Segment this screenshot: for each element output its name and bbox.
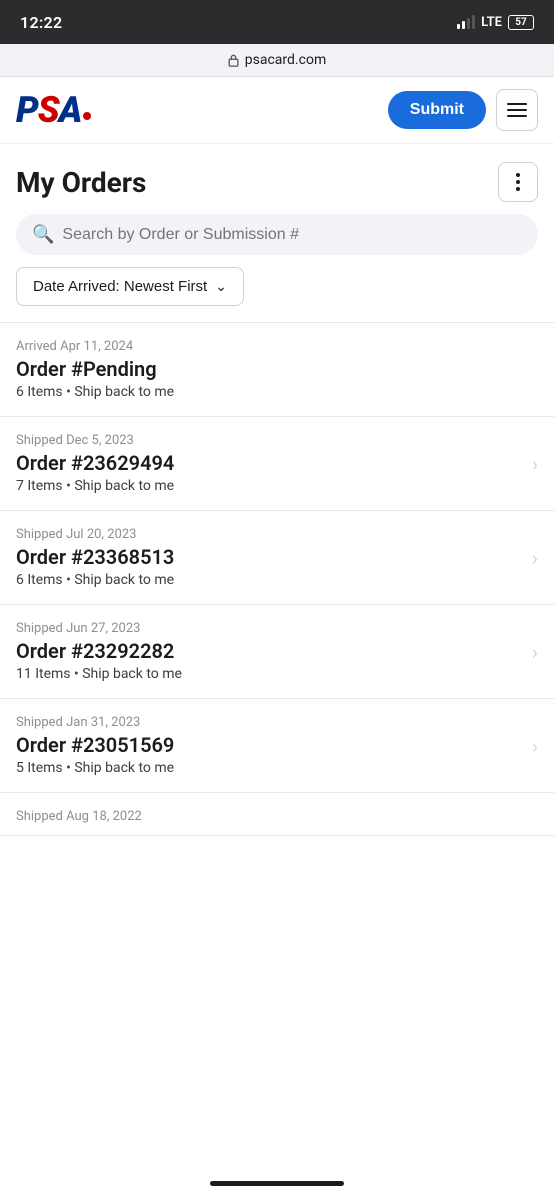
order-detail: 6 Items • Ship back to me: [16, 384, 538, 400]
order-status: Shipped Jan 31, 2023: [16, 715, 532, 730]
order-status: Shipped Jul 20, 2023: [16, 527, 532, 542]
search-bar: 🔍: [16, 214, 538, 255]
order-number: Order #23051569: [16, 733, 532, 757]
psa-logo-text: PSA: [16, 92, 81, 128]
order-detail: 6 Items • Ship back to me: [16, 572, 532, 588]
sort-button[interactable]: Date Arrived: Newest First ⌄: [16, 267, 244, 306]
header-actions: Submit: [388, 89, 538, 131]
bottom-bar: [0, 1166, 554, 1200]
battery-icon: 57: [508, 15, 534, 30]
search-input[interactable]: [62, 226, 522, 244]
order-item[interactable]: Shipped Aug 18, 2022: [0, 793, 554, 836]
status-bar: 12:22 LTE 57: [0, 0, 554, 44]
order-item[interactable]: Shipped Dec 5, 2023 Order #23629494 7 It…: [0, 417, 554, 511]
chevron-right-icon: ›: [532, 640, 538, 664]
menu-icon: [507, 109, 527, 111]
chevron-down-icon: ⌄: [215, 278, 227, 295]
home-indicator: [210, 1181, 344, 1186]
order-item[interactable]: Shipped Jun 27, 2023 Order #23292282 11 …: [0, 605, 554, 699]
order-number: Order #23629494: [16, 451, 532, 475]
search-icon: 🔍: [32, 224, 54, 245]
signal-icon: [457, 15, 475, 29]
order-detail: 11 Items • Ship back to me: [16, 666, 532, 682]
order-status: Shipped Aug 18, 2022: [16, 809, 538, 824]
browser-url: psacard.com: [245, 52, 326, 68]
lte-label: LTE: [481, 15, 502, 30]
lock-icon: [228, 54, 239, 67]
menu-icon: [507, 115, 527, 117]
order-content: Shipped Jun 27, 2023 Order #23292282 11 …: [16, 621, 532, 682]
chevron-right-icon: ›: [532, 546, 538, 570]
orders-list: Arrived Apr 11, 2024 Order #Pending 6 It…: [0, 322, 554, 836]
psa-dot: [83, 112, 91, 120]
order-number: Order #23292282: [16, 639, 532, 663]
sort-label: Date Arrived: Newest First: [33, 278, 207, 295]
menu-icon: [507, 103, 527, 105]
chevron-right-icon: ›: [532, 734, 538, 758]
menu-button[interactable]: [496, 89, 538, 131]
order-content: Shipped Aug 18, 2022: [16, 809, 538, 827]
psa-logo: PSA: [16, 92, 91, 128]
browser-bar: psacard.com: [0, 44, 554, 77]
status-time: 12:22: [20, 13, 62, 32]
order-status: Shipped Jun 27, 2023: [16, 621, 532, 636]
page-header: My Orders: [0, 144, 554, 214]
three-dots-icon: [516, 173, 520, 191]
order-item: Arrived Apr 11, 2024 Order #Pending 6 It…: [0, 323, 554, 417]
order-content: Shipped Jul 20, 2023 Order #23368513 6 I…: [16, 527, 532, 588]
app-header: PSA Submit: [0, 77, 554, 144]
chevron-right-icon: ›: [532, 452, 538, 476]
order-detail: 7 Items • Ship back to me: [16, 478, 532, 494]
order-number: Order #23368513: [16, 545, 532, 569]
order-item[interactable]: Shipped Jan 31, 2023 Order #23051569 5 I…: [0, 699, 554, 793]
more-options-button[interactable]: [498, 162, 538, 202]
sort-container: Date Arrived: Newest First ⌄: [0, 267, 554, 322]
page-title: My Orders: [16, 166, 146, 199]
order-status: Arrived Apr 11, 2024: [16, 339, 538, 354]
order-item[interactable]: Shipped Jul 20, 2023 Order #23368513 6 I…: [0, 511, 554, 605]
order-detail: 5 Items • Ship back to me: [16, 760, 532, 776]
order-number: Order #Pending: [16, 357, 538, 381]
order-content: Shipped Jan 31, 2023 Order #23051569 5 I…: [16, 715, 532, 776]
submit-button[interactable]: Submit: [388, 91, 486, 129]
order-status: Shipped Dec 5, 2023: [16, 433, 532, 448]
order-content: Shipped Dec 5, 2023 Order #23629494 7 It…: [16, 433, 532, 494]
search-container: 🔍: [0, 214, 554, 267]
order-content: Arrived Apr 11, 2024 Order #Pending 6 It…: [16, 339, 538, 400]
status-icons: LTE 57: [457, 15, 534, 30]
